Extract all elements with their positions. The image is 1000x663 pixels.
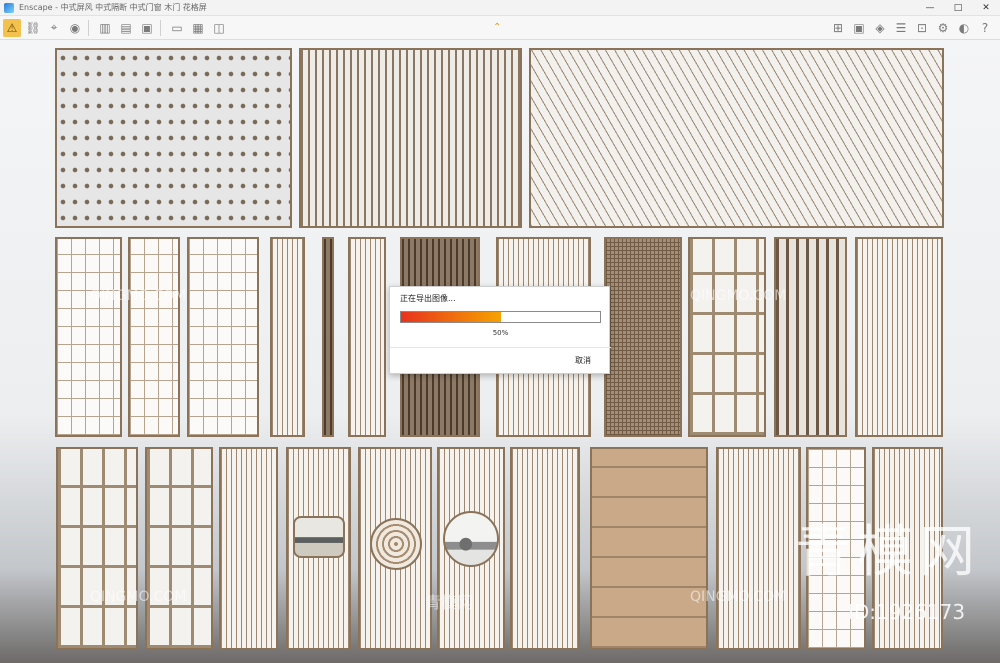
user-icon[interactable]: ◐ — [955, 19, 973, 37]
door-panel — [716, 447, 801, 650]
cancel-button[interactable]: 取消 — [575, 355, 591, 366]
export-icon[interactable]: ▦ — [189, 19, 207, 37]
door-panel — [56, 447, 138, 650]
enscape-logo-icon — [4, 2, 14, 13]
folder-icon[interactable]: ▭ — [168, 19, 186, 37]
building-icon[interactable]: ▥ — [96, 19, 114, 37]
door-panel — [145, 447, 213, 650]
screen-panel-herringbone — [529, 48, 944, 228]
layers-icon[interactable]: ☰ — [892, 19, 910, 37]
grid-icon[interactable]: ⊞ — [829, 19, 847, 37]
export-progress-dialog: 正在导出图像... 50% 取消 — [389, 286, 611, 374]
panel-icon[interactable]: ▣ — [850, 19, 868, 37]
help-icon[interactable]: ? — [976, 19, 994, 37]
door-panel — [128, 237, 180, 437]
dialog-divider — [390, 347, 611, 348]
minimize-button[interactable]: — — [916, 0, 944, 16]
progress-bar — [400, 311, 601, 323]
film-icon[interactable]: ▤ — [117, 19, 135, 37]
window-controls: — □ ✕ — [916, 0, 1000, 16]
title-bar: Enscape - 中式屏风 中式隔断 中式门窗 木门 花格屏 — □ ✕ — [0, 0, 1000, 16]
cube-icon[interactable]: ◈ — [871, 19, 889, 37]
dialog-title: 正在导出图像... — [400, 294, 456, 303]
door-panel — [187, 237, 259, 437]
toolbar-divider — [160, 19, 161, 36]
door-panel — [510, 447, 580, 650]
screen-panel-reed — [299, 48, 522, 228]
progress-percent: 50% — [492, 329, 509, 337]
view-icon[interactable]: ◫ — [210, 19, 228, 37]
ink-painting-medallion — [443, 511, 499, 567]
asset-icon[interactable]: ⊡ — [913, 19, 931, 37]
door-panel — [774, 237, 847, 437]
maximize-button[interactable]: □ — [944, 0, 972, 16]
close-button[interactable]: ✕ — [972, 0, 1000, 16]
map-pin-icon[interactable]: ⌖ — [45, 19, 63, 37]
link-icon[interactable]: ⛓ — [24, 19, 42, 37]
warning-icon[interactable]: ⚠ — [3, 18, 21, 37]
carved-medallion — [370, 518, 422, 570]
door-panel — [270, 237, 305, 437]
toolbar-right-group: ⊞ ▣ ◈ ☰ ⊡ ⚙ ◐ ? — [826, 19, 994, 37]
door-panel — [872, 447, 943, 650]
toolbar-divider — [88, 19, 89, 36]
double-door-panel — [590, 447, 708, 650]
render-viewport[interactable]: QINGMO.COM QINGMO.COM QINGMO.COM QINGMO.… — [0, 40, 1000, 663]
door-panel — [806, 447, 866, 650]
door-panel — [348, 237, 386, 437]
door-panel — [322, 237, 334, 437]
door-panel — [855, 237, 943, 437]
settings-icon[interactable]: ⚙ — [934, 19, 952, 37]
camera-icon[interactable]: ◉ — [66, 19, 84, 37]
door-panel — [688, 237, 766, 437]
collapse-toolbar-arrow-icon[interactable]: ⌃ — [493, 22, 501, 33]
ink-painting-medallion — [293, 516, 345, 558]
progress-bar-fill — [401, 312, 501, 322]
door-panel — [219, 447, 278, 650]
door-panel — [55, 237, 122, 437]
door-panel — [604, 237, 682, 437]
screen-panel-dots — [55, 48, 292, 228]
window-title: Enscape - 中式屏风 中式隔断 中式门窗 木门 花格屏 — [19, 3, 207, 12]
image-icon[interactable]: ▣ — [138, 19, 156, 37]
